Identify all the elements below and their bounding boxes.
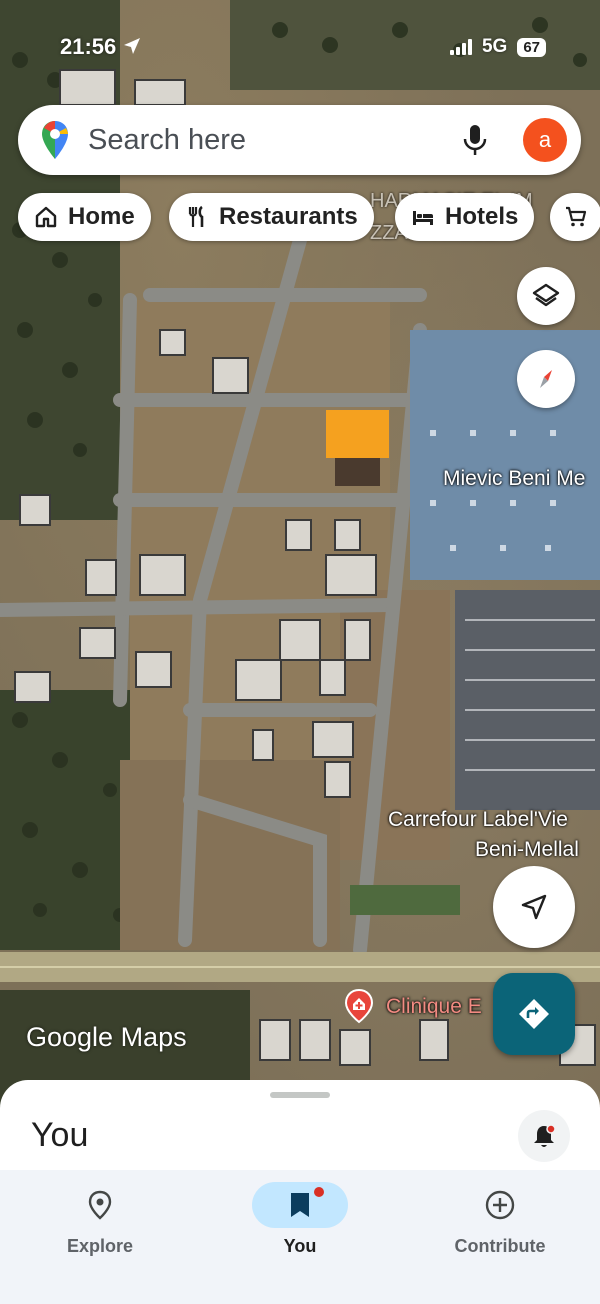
bookmark-icon bbox=[291, 1193, 309, 1217]
my-location-icon bbox=[521, 894, 547, 920]
status-time: 21:56 bbox=[60, 34, 142, 60]
notifications-button[interactable] bbox=[518, 1110, 570, 1162]
nav-contribute-icon-wrap bbox=[452, 1182, 548, 1228]
nav-you[interactable]: You bbox=[200, 1182, 400, 1257]
bell-icon bbox=[534, 1124, 556, 1147]
layers-button[interactable] bbox=[517, 267, 575, 325]
layers-icon bbox=[532, 283, 560, 307]
location-arrow-icon bbox=[124, 38, 141, 54]
my-location-button[interactable] bbox=[493, 866, 575, 948]
chip-shopping[interactable] bbox=[550, 193, 600, 241]
chip-restaurants-label: Restaurants bbox=[219, 203, 358, 230]
directions-button[interactable] bbox=[493, 973, 575, 1055]
nav-you-notification-dot bbox=[314, 1187, 324, 1197]
map-label-beni-mellal[interactable]: Beni-Mellal bbox=[475, 838, 579, 862]
plus-circle-icon bbox=[485, 1190, 515, 1220]
microphone-icon[interactable] bbox=[461, 123, 489, 157]
nav-explore-icon-wrap bbox=[52, 1182, 148, 1228]
chip-hotels[interactable]: Hotels bbox=[395, 193, 535, 241]
bottom-sheet[interactable]: You bbox=[0, 1080, 600, 1172]
home-icon bbox=[35, 206, 57, 228]
compass-button[interactable] bbox=[517, 350, 575, 408]
sheet-title: You bbox=[31, 1116, 89, 1154]
nav-explore-label: Explore bbox=[66, 1236, 134, 1256]
bottom-navigation: Explore You Contribute bbox=[0, 1170, 600, 1304]
search-bar[interactable]: Search here a bbox=[18, 105, 581, 175]
fork-knife-icon bbox=[188, 205, 204, 227]
location-pin-icon bbox=[88, 1190, 112, 1220]
chip-home-label: Home bbox=[68, 203, 135, 230]
account-avatar[interactable]: a bbox=[523, 118, 567, 162]
nav-explore[interactable]: Explore bbox=[0, 1182, 200, 1257]
sheet-drag-handle[interactable] bbox=[270, 1092, 330, 1098]
battery-indicator: 67 bbox=[517, 37, 546, 57]
map-label-mievic[interactable]: Mievic Beni Me bbox=[443, 467, 585, 491]
nav-contribute[interactable]: Contribute bbox=[400, 1182, 600, 1257]
directions-icon bbox=[519, 999, 549, 1029]
network-label: 5G bbox=[481, 36, 508, 57]
status-indicators: 5G 67 bbox=[449, 36, 546, 58]
signal-icon bbox=[449, 39, 472, 55]
chip-home[interactable]: Home bbox=[18, 193, 151, 241]
chip-hotels-label: Hotels bbox=[445, 203, 519, 230]
compass-icon bbox=[540, 370, 552, 388]
map-label-carrefour[interactable]: Carrefour Label'Vie bbox=[388, 808, 568, 832]
nav-you-icon-wrap bbox=[252, 1182, 348, 1228]
shopping-cart-icon bbox=[566, 206, 587, 227]
map-label-clinique[interactable]: Clinique E bbox=[386, 995, 482, 1019]
search-input[interactable]: Search here bbox=[88, 124, 461, 157]
nav-contribute-label: Contribute bbox=[454, 1236, 546, 1256]
bed-icon bbox=[413, 211, 433, 225]
google-maps-watermark: Google Maps bbox=[26, 1022, 187, 1052]
nav-you-label: You bbox=[283, 1236, 317, 1256]
google-maps-pin-icon bbox=[42, 121, 68, 159]
chip-restaurants[interactable]: Restaurants bbox=[169, 193, 374, 241]
